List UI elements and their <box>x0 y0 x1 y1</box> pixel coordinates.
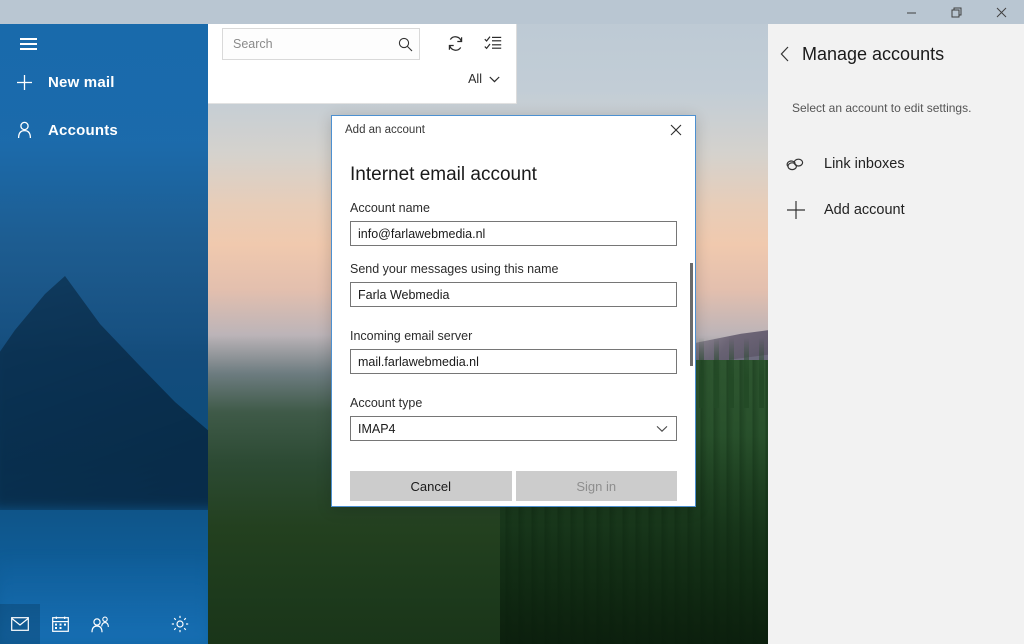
sidebar-backdrop-mountain <box>0 276 208 510</box>
window-titlebar <box>0 0 1024 24</box>
cancel-button[interactable]: Cancel <box>350 471 512 501</box>
sidebar-item-accounts[interactable]: Accounts <box>0 110 208 150</box>
dialog-title: Add an account <box>345 124 425 136</box>
link-inboxes-icon <box>768 156 824 172</box>
close-icon[interactable] <box>659 116 693 144</box>
display-name-field: Send your messages using this name Farla… <box>350 262 677 307</box>
person-icon <box>0 121 48 139</box>
account-type-value: IMAP4 <box>358 421 396 436</box>
dialog-body: Internet email account Account name info… <box>332 144 695 506</box>
sync-icon[interactable] <box>440 28 470 58</box>
people-icon[interactable] <box>80 604 120 644</box>
plus-icon <box>768 200 824 220</box>
search-icon[interactable] <box>391 37 419 52</box>
calendar-icon[interactable] <box>40 604 80 644</box>
field-label: Account type <box>350 396 423 410</box>
plus-icon <box>0 74 48 91</box>
incoming-server-field: Incoming email server mail.farlawebmedia… <box>350 329 677 374</box>
incoming-server-input[interactable]: mail.farlawebmedia.nl <box>350 349 677 374</box>
add-account-button[interactable]: Add account <box>768 188 1024 232</box>
panel-item-label: Link inboxes <box>824 156 905 172</box>
account-name-field: Account name info@farlawebmedia.nl <box>350 201 677 246</box>
chevron-down-icon <box>656 417 668 440</box>
dialog-actions: Cancel Sign in <box>350 471 677 501</box>
page-title: Manage accounts <box>802 43 945 64</box>
sidebar-item-label: New mail <box>48 73 115 91</box>
close-icon[interactable] <box>979 0 1024 24</box>
filter-dropdown[interactable]: All <box>468 72 500 86</box>
minimize-icon[interactable] <box>889 0 934 24</box>
hamburger-icon[interactable] <box>8 30 48 58</box>
field-label: Send your messages using this name <box>350 262 559 276</box>
field-label: Incoming email server <box>350 329 473 343</box>
navigation-sidebar: Mail New mail Accounts <box>0 0 208 644</box>
display-name-input[interactable]: Farla Webmedia <box>350 282 677 307</box>
panel-header: Manage accounts <box>768 36 1024 72</box>
sidebar-bottom-bar <box>0 604 208 644</box>
add-account-dialog: Add an account Internet email account Ac… <box>331 115 696 507</box>
filter-label: All <box>468 72 482 86</box>
link-inboxes-button[interactable]: Link inboxes <box>768 142 1024 186</box>
field-label: Account name <box>350 201 430 215</box>
dialog-titlebar: Add an account <box>332 116 695 144</box>
manage-accounts-panel: Manage accounts Select an account to edi… <box>768 24 1024 644</box>
search-input[interactable]: Search <box>222 28 420 60</box>
select-mode-icon[interactable] <box>478 28 508 58</box>
sign-in-button: Sign in <box>515 471 677 501</box>
mail-app-window: Mail New mail Accounts <box>0 0 1024 644</box>
panel-item-label: Add account <box>824 202 905 218</box>
account-type-select[interactable]: IMAP4 <box>350 416 677 441</box>
chevron-down-icon <box>489 72 500 86</box>
sidebar-item-label: Accounts <box>48 121 118 139</box>
dialog-heading: Internet email account <box>350 164 537 185</box>
account-type-field: Account type IMAP4 <box>350 396 677 441</box>
chevron-left-icon[interactable] <box>768 46 802 62</box>
envelope-icon[interactable] <box>0 604 40 644</box>
panel-subtitle: Select an account to edit settings. <box>792 101 972 115</box>
gear-icon[interactable] <box>160 604 200 644</box>
restore-icon[interactable] <box>934 0 979 24</box>
search-placeholder: Search <box>233 37 273 51</box>
account-name-input[interactable]: info@farlawebmedia.nl <box>350 221 677 246</box>
dialog-scrollbar[interactable] <box>690 263 693 366</box>
sidebar-item-new-mail[interactable]: New mail <box>0 62 208 102</box>
